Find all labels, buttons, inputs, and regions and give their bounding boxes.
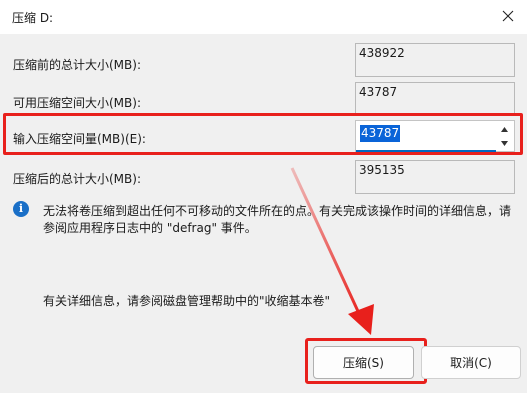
shrink-button[interactable]: 压缩(S) (313, 346, 414, 379)
annotation-arrow (290, 167, 374, 335)
cancel-button-label: 取消(C) (450, 356, 492, 370)
cancel-button[interactable]: 取消(C) (421, 346, 521, 379)
shrink-button-label: 压缩(S) (343, 356, 384, 370)
